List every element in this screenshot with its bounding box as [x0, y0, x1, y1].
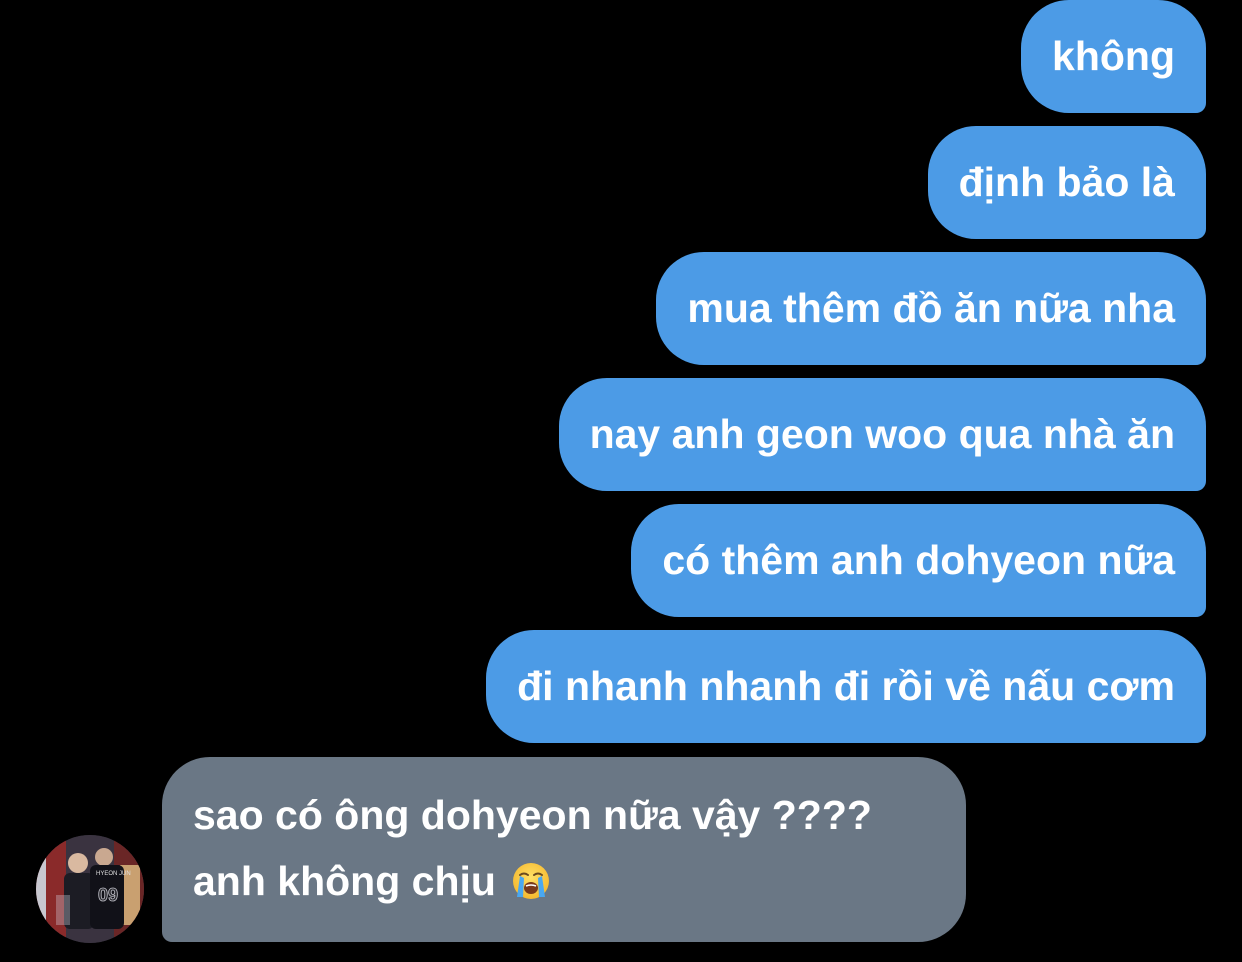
received-message-bubble[interactable]: sao có ông dohyeon nữa vậy ???? anh khôn…	[162, 757, 966, 942]
svg-text:HYEON JUN: HYEON JUN	[96, 871, 131, 877]
message-text: nay anh geon woo qua nhà ăn	[589, 411, 1175, 457]
message-text: đi nhanh nhanh đi rồi về nấu cơm	[517, 663, 1175, 709]
contact-avatar-photo: HYEON JUN 09	[36, 835, 144, 943]
sent-message-bubble[interactable]: đi nhanh nhanh đi rồi về nấu cơm	[486, 630, 1206, 743]
sent-message-bubble[interactable]: mua thêm đồ ăn nữa nha	[656, 252, 1206, 365]
chat-thread: không định bảo là mua thêm đồ ăn nữa nha…	[0, 0, 1242, 962]
sent-message-bubble[interactable]: định bảo là	[927, 126, 1206, 239]
message-text-line-1: sao có ông dohyeon nữa vậy ????	[193, 792, 872, 838]
svg-text:09: 09	[98, 885, 118, 905]
sent-message-bubble[interactable]: không	[1021, 0, 1206, 113]
message-text: có thêm anh dohyeon nữa	[662, 537, 1175, 583]
message-text: anh không chịu	[193, 858, 496, 904]
contact-avatar[interactable]: HYEON JUN 09	[36, 835, 144, 943]
message-text: không	[1052, 33, 1175, 79]
sent-message-bubble[interactable]: có thêm anh dohyeon nữa	[631, 504, 1206, 617]
loudly-crying-face-emoji	[513, 863, 550, 899]
message-text-line-2: anh không chịu	[193, 861, 551, 902]
message-text: định bảo là	[958, 159, 1175, 205]
sent-message-bubble[interactable]: nay anh geon woo qua nhà ăn	[558, 378, 1206, 491]
message-text: mua thêm đồ ăn nữa nha	[687, 285, 1175, 331]
